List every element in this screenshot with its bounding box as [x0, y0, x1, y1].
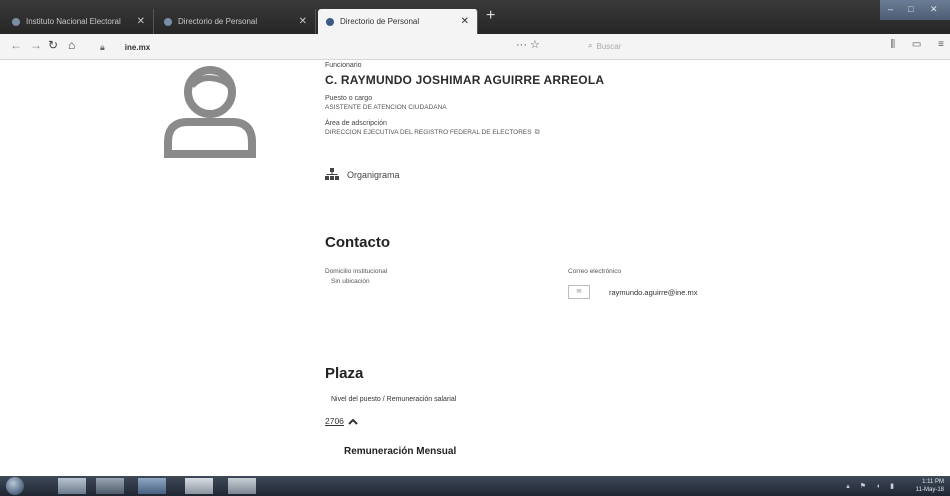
employee-name: C. RAYMUNDO JOSHIMAR AGUIRRE ARREOLA: [325, 73, 605, 87]
page-actions-icons[interactable]: ··· ☆: [516, 38, 540, 51]
external-link-icon[interactable]: ⧉: [535, 129, 540, 137]
tab-label: Directorio de Personal: [340, 17, 420, 26]
tab-directorio-1[interactable]: Directorio de Personal ✕: [156, 9, 316, 34]
org-chart-icon: [325, 168, 339, 180]
remuneration-heading: Remuneración Mensual: [344, 446, 457, 457]
area-value[interactable]: DIRECCION EJECUTIVA DEL REGISTRO FEDERAL…: [325, 129, 532, 136]
browser-tab-strip: Instituto Nacional Electoral ✕ Directori…: [0, 0, 950, 34]
profile-header: Funcionario C. RAYMUNDO JOSHIMAR AGUIRRE…: [325, 62, 604, 137]
os-taskbar: ▴ ⚑ ◖ ▮ 1:11 PM 11-May-18: [0, 476, 950, 496]
email-link[interactable]: raymundo.aguirre@ine.mx: [609, 288, 697, 297]
search-placeholder: Buscar: [596, 41, 622, 51]
level-label: Nivel del puesto / Remuneración salarial: [331, 396, 457, 403]
org-chart-link[interactable]: Organigrama: [325, 168, 400, 181]
browser-taskbar-icon[interactable]: [138, 478, 166, 494]
level-toggle[interactable]: 2706: [325, 416, 358, 426]
contact-heading: Contacto: [325, 234, 390, 251]
browser-toolbar: ← → ↻ ⌂ 🔒︎ ine.mx ··· ☆ ⌕ Buscar ⫼ ▭ ≡: [0, 34, 950, 60]
system-tray-icons[interactable]: ▴ ⚑ ◖ ▮: [846, 482, 898, 490]
forward-icon[interactable]: →: [30, 38, 42, 52]
new-tab-button[interactable]: +: [486, 8, 495, 24]
start-button-icon[interactable]: [6, 477, 24, 495]
toolbar-right-icons: ⫼ ▭ ≡: [877, 39, 944, 50]
envelope-icon: ✉: [568, 285, 590, 299]
home-icon[interactable]: ⌂: [68, 38, 75, 52]
tab-instituto[interactable]: Instituto Nacional Electoral ✕: [4, 9, 154, 34]
role-label: Funcionario: [325, 62, 362, 69]
email-label: Correo electrónico: [568, 268, 622, 275]
minimize-icon[interactable]: –: [888, 4, 893, 14]
document-app-icon[interactable]: [185, 478, 213, 494]
search-input[interactable]: ⌕ Buscar: [588, 37, 758, 55]
address-label: Domicilio institucional: [325, 268, 388, 275]
org-chart-label[interactable]: Organigrama: [347, 170, 400, 180]
clock[interactable]: 1:11 PM 11-May-18: [916, 478, 944, 494]
clock-date: 11-May-18: [915, 487, 944, 493]
area-link[interactable]: DIRECCION EJECUTIVA DEL REGISTRO FEDERAL…: [325, 129, 604, 137]
level-value[interactable]: 2706: [325, 416, 344, 426]
close-icon[interactable]: ✕: [137, 16, 145, 27]
sidebar-icon[interactable]: ▭: [912, 39, 921, 50]
favicon-icon: [164, 17, 172, 26]
tab-directorio-active[interactable]: Directorio de Personal ✕: [318, 9, 478, 34]
plaza-heading: Plaza: [325, 365, 364, 382]
lock-icon: 🔒︎: [100, 41, 105, 52]
menu-icon[interactable]: ≡: [938, 39, 944, 50]
favicon-icon: [326, 17, 334, 26]
clock-time: 1:11 PM: [922, 479, 944, 485]
tab-label: Directorio de Personal: [178, 17, 258, 26]
area-label: Área de adscripción: [325, 120, 387, 127]
position-label: Puesto o cargo: [325, 95, 373, 102]
address-value: Sin ubicación: [331, 278, 370, 285]
maximize-icon[interactable]: □: [908, 4, 913, 14]
reload-icon[interactable]: ↻: [48, 38, 58, 52]
close-icon[interactable]: ✕: [299, 16, 307, 27]
url-text: ine.mx: [124, 42, 151, 52]
explorer-icon[interactable]: [58, 478, 86, 494]
favicon-icon: [12, 17, 20, 26]
media-player-icon[interactable]: [96, 478, 124, 494]
close-window-icon[interactable]: ✕: [930, 4, 938, 15]
paint-app-icon[interactable]: [228, 478, 256, 494]
chevron-up-icon[interactable]: [348, 418, 358, 425]
back-icon[interactable]: ←: [10, 38, 22, 52]
position-value: ASISTENTE DE ATENCION CIUDADANA: [325, 104, 447, 111]
search-icon: ⌕: [588, 41, 593, 50]
library-icon[interactable]: ⫼: [891, 39, 896, 50]
close-icon[interactable]: ✕: [461, 16, 469, 27]
user-avatar-icon: [164, 66, 256, 158]
tab-label: Instituto Nacional Electoral: [26, 17, 121, 26]
window-controls: – □ ✕: [880, 0, 950, 20]
